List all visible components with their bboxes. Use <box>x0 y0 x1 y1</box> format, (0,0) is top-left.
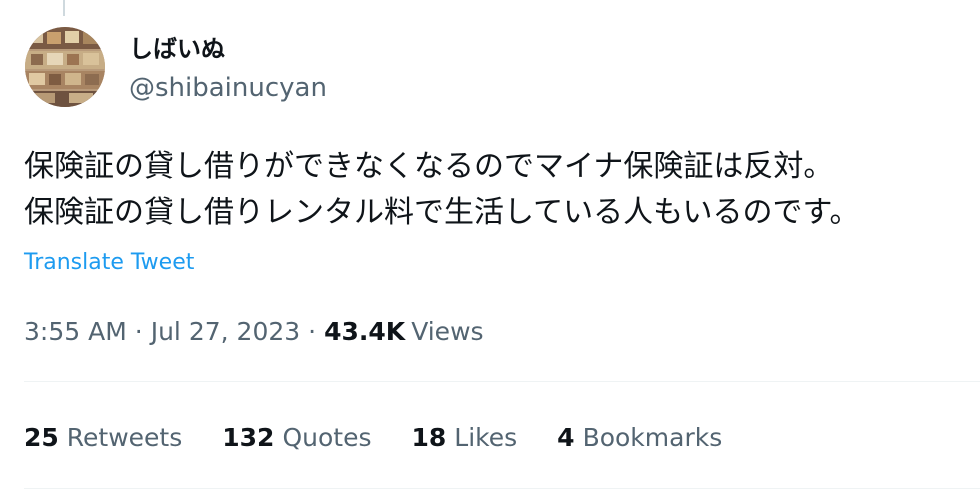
tweet-meta: 3:55 AM · Jul 27, 2023 · 43.4K Views <box>24 310 484 354</box>
bookmarks-label: Bookmarks <box>582 423 723 452</box>
translate-tweet-link[interactable]: Translate Tweet <box>24 246 194 280</box>
tweet-date[interactable]: Jul 27, 2023 <box>151 317 300 346</box>
author-handle[interactable]: @shibainucyan <box>129 70 327 106</box>
engagement-stats: 25 Retweets 132 Quotes 18 Likes 4 Bookma… <box>24 416 762 460</box>
quotes-stat[interactable]: 132 Quotes <box>222 416 371 460</box>
tweet-time[interactable]: 3:55 AM <box>24 317 127 346</box>
retweets-label: Retweets <box>66 423 183 452</box>
quotes-count: 132 <box>222 423 275 452</box>
author-display-name[interactable]: しばいぬ <box>129 32 225 66</box>
likes-stat[interactable]: 18 Likes <box>411 416 517 460</box>
retweets-count: 25 <box>24 423 59 452</box>
bookmarks-stat[interactable]: 4 Bookmarks <box>557 416 722 460</box>
quotes-label: Quotes <box>282 423 372 452</box>
views-count: 43.4K <box>324 317 406 346</box>
avatar[interactable] <box>25 27 105 107</box>
divider <box>24 381 980 382</box>
likes-count: 18 <box>411 423 447 452</box>
retweets-stat[interactable]: 25 Retweets <box>24 416 182 460</box>
avatar-image <box>25 27 105 107</box>
meta-separator: · <box>134 317 143 346</box>
thread-connector-line <box>63 0 65 16</box>
views-label: Views <box>411 317 484 346</box>
meta-separator: · <box>308 317 317 346</box>
tweet-text-line: 保険証の貸し借りレンタル料で生活している人もいるのです。 <box>24 195 860 230</box>
tweet-text: 保険証の貸し借りができなくなるのでマイナ保険証は反対。 保険証の貸し借りレンタル… <box>24 144 964 236</box>
bookmarks-count: 4 <box>557 423 575 452</box>
tweet-text-line: 保険証の貸し借りができなくなるのでマイナ保険証は反対。 <box>24 149 834 184</box>
divider <box>24 488 980 489</box>
likes-label: Likes <box>454 423 518 452</box>
